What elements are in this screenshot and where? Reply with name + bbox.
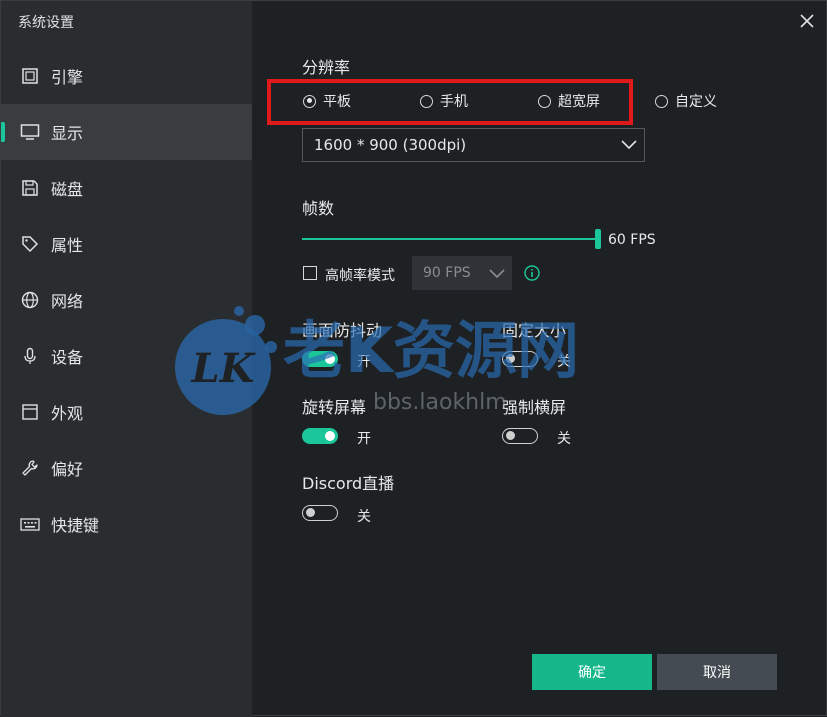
floppy-icon [20,178,40,198]
close-icon [800,14,814,28]
sidebar: 系统设置 引擎 显示 磁盘 属性 网络 设备 外观 偏好 快捷键 [1,1,252,717]
sidebar-item-shortcuts[interactable]: 快捷键 [1,496,252,552]
settings-window: 系统设置 引擎 显示 磁盘 属性 网络 设备 外观 偏好 快捷键 分辨率 平板 … [0,0,827,717]
high-fps-select-value: 90 FPS [423,265,471,281]
fps-title: 帧数 [302,199,335,218]
sidebar-item-label: 网络 [51,292,84,311]
close-button[interactable] [796,10,818,32]
fps-value: 60 FPS [608,232,656,248]
keyboard-icon [20,514,40,534]
discord-title: Discord直播 [302,474,395,493]
sidebar-item-label: 外观 [51,404,84,423]
force-landscape-title: 强制横屏 [502,398,567,417]
window-title: 系统设置 [18,15,74,31]
sidebar-item-label: 设备 [51,348,84,367]
chevron-down-icon [621,140,637,150]
fixed-size-state: 关 [557,354,571,370]
tag-icon [20,234,40,254]
screen-shake-toggle[interactable] [302,351,338,367]
globe-icon [20,290,40,310]
sidebar-item-label: 引擎 [51,68,84,87]
resolution-select[interactable]: 1600 * 900 (300dpi) [302,128,645,162]
sidebar-item-properties[interactable]: 属性 [1,216,252,272]
force-landscape-toggle[interactable] [502,428,538,444]
resolution-title: 分辨率 [302,58,351,77]
highlight-annotation [267,79,633,125]
force-landscape-state: 关 [557,431,571,447]
high-fps-label: 高帧率模式 [325,268,395,284]
discord-toggle[interactable] [302,505,338,521]
monitor-icon [20,122,40,142]
sidebar-item-label: 快捷键 [51,516,100,535]
sidebar-item-label: 磁盘 [51,180,84,199]
window-icon [20,402,40,422]
microphone-icon [20,346,40,366]
screen-shake-state: 开 [357,354,371,370]
sidebar-item-preferences[interactable]: 偏好 [1,440,252,496]
sidebar-item-devices[interactable]: 设备 [1,328,252,384]
fixed-size-title: 固定大小 [502,321,567,340]
ok-button[interactable]: 确定 [532,654,652,690]
rotate-screen-toggle[interactable] [302,428,338,444]
resolution-select-value: 1600 * 900 (300dpi) [314,136,467,154]
radio-label: 自定义 [675,94,717,110]
sidebar-item-display[interactable]: 显示 [1,104,252,160]
sidebar-item-label: 偏好 [51,460,84,479]
radio-custom[interactable]: 自定义 [655,91,717,111]
chevron-down-icon [489,269,505,279]
cancel-button[interactable]: 取消 [657,654,777,690]
rotate-screen-title: 旋转屏幕 [302,398,367,417]
sidebar-item-engine[interactable]: 引擎 [1,48,252,104]
high-fps-select[interactable]: 90 FPS [412,256,512,290]
fixed-size-toggle[interactable] [502,351,538,367]
sidebar-item-disk[interactable]: 磁盘 [1,160,252,216]
fps-slider-thumb[interactable] [595,229,601,249]
sidebar-item-appearance[interactable]: 外观 [1,384,252,440]
watermark-url-text: bbs.laokhlm [373,390,507,415]
chip-icon [20,66,40,86]
high-fps-checkbox[interactable] [303,266,317,280]
screen-shake-title: 画面防抖动 [302,321,383,340]
info-icon[interactable] [524,265,540,281]
sidebar-item-label: 属性 [51,236,84,255]
wrench-icon [20,458,40,478]
sidebar-item-label: 显示 [51,124,84,143]
radio-indicator [655,94,668,108]
discord-state: 关 [357,509,371,525]
sidebar-item-network[interactable]: 网络 [1,272,252,328]
rotate-screen-state: 开 [357,431,371,447]
fps-slider-track[interactable] [302,238,598,240]
